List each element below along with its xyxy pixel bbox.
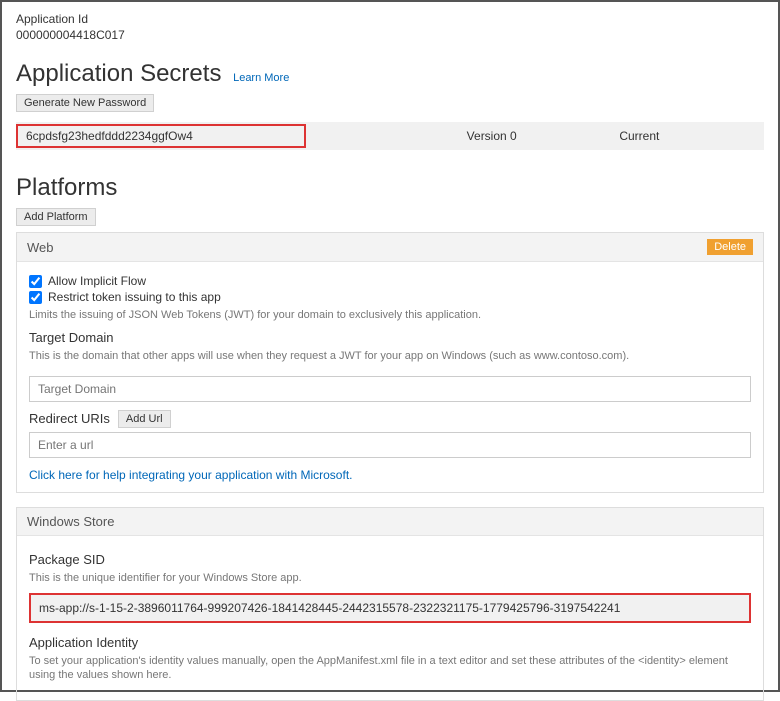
- windows-store-header-label: Windows Store: [27, 514, 114, 529]
- integration-help-link[interactable]: Click here for help integrating your app…: [29, 468, 352, 482]
- target-domain-help: This is the domain that other apps will …: [29, 349, 751, 363]
- package-sid-value: ms-app://s-1-15-2-3896011764-999207426-1…: [29, 593, 751, 623]
- windows-store-panel: Windows Store Package SID This is the un…: [16, 507, 764, 701]
- secrets-title: Application Secrets: [16, 60, 221, 88]
- secret-value: 6cpdsfg23hedfddd2234ggfOw4: [16, 124, 306, 148]
- restrict-token-checkbox[interactable]: [29, 291, 42, 304]
- app-id-value: 000000004418C017: [16, 28, 764, 42]
- redirect-url-input[interactable]: [29, 432, 751, 458]
- redirect-uris-label: Redirect URIs: [29, 411, 110, 426]
- target-domain-input[interactable]: [29, 376, 751, 402]
- package-sid-label: Package SID: [29, 552, 751, 567]
- web-panel: Web Delete Allow Implicit Flow Restrict …: [16, 232, 764, 493]
- package-sid-help: This is the unique identifier for your W…: [29, 571, 751, 585]
- learn-more-link[interactable]: Learn More: [233, 72, 289, 84]
- restrict-token-row[interactable]: Restrict token issuing to this app: [29, 290, 751, 304]
- implicit-flow-row[interactable]: Allow Implicit Flow: [29, 274, 751, 288]
- app-id-label: Application Id: [16, 12, 764, 26]
- implicit-flow-checkbox[interactable]: [29, 275, 42, 288]
- secret-status: Current: [611, 129, 764, 143]
- secret-row: 6cpdsfg23hedfddd2234ggfOw4 Version 0 Cur…: [16, 122, 764, 150]
- web-header-label: Web: [27, 240, 54, 255]
- add-platform-button[interactable]: Add Platform: [16, 208, 96, 226]
- secret-version: Version 0: [459, 129, 612, 143]
- app-identity-label: Application Identity: [29, 635, 751, 650]
- web-panel-header: Web Delete: [17, 233, 763, 262]
- windows-store-header: Windows Store: [17, 508, 763, 536]
- restrict-token-help: Limits the issuing of JSON Web Tokens (J…: [29, 308, 751, 322]
- add-url-button[interactable]: Add Url: [118, 410, 171, 428]
- app-identity-help: To set your application's identity value…: [29, 654, 751, 683]
- restrict-token-label: Restrict token issuing to this app: [48, 290, 221, 304]
- delete-web-button[interactable]: Delete: [707, 239, 753, 255]
- implicit-flow-label: Allow Implicit Flow: [48, 274, 146, 288]
- target-domain-label: Target Domain: [29, 330, 751, 345]
- platforms-title: Platforms: [16, 174, 117, 202]
- generate-password-button[interactable]: Generate New Password: [16, 94, 154, 112]
